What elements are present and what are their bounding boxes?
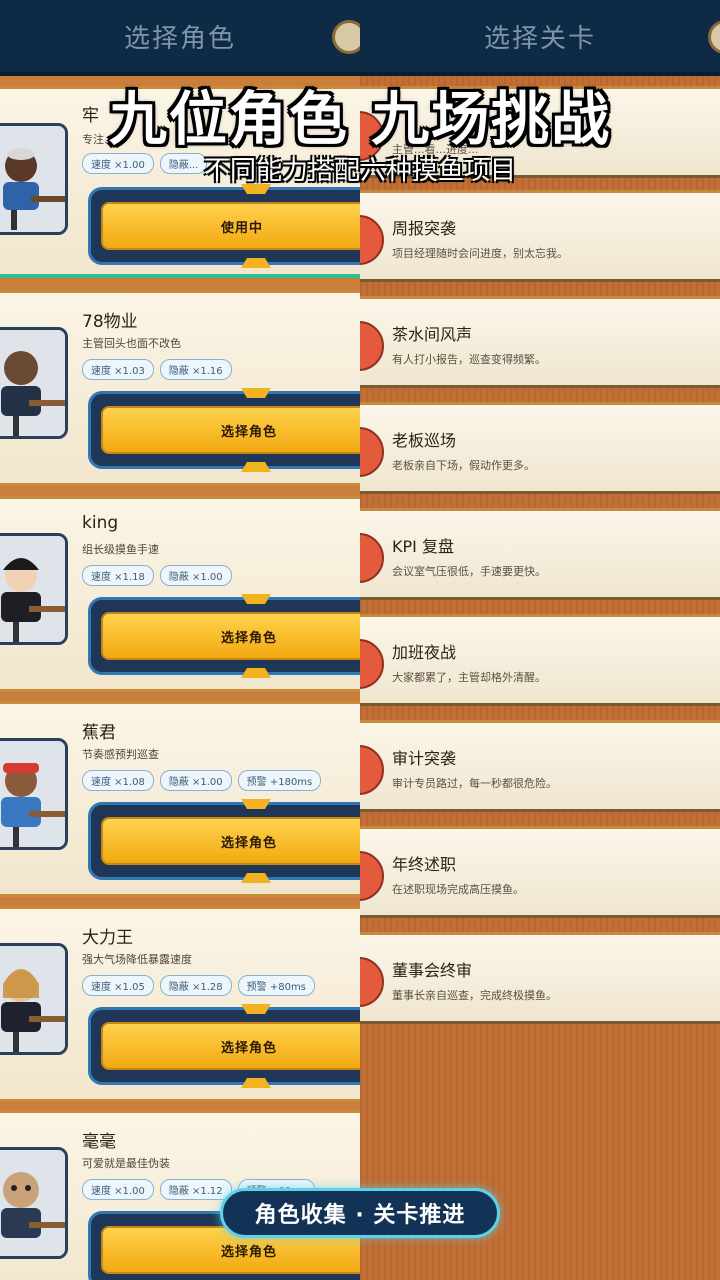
level-title: 周报突袭 [392, 219, 457, 238]
stat-tag: 预警 +180ms [237, 770, 322, 791]
select-character-button[interactable]: 选择角色 [88, 388, 360, 472]
character-name: 蕉君 [82, 723, 116, 743]
button-label: 使用中 [101, 202, 360, 250]
stat-tag: 速度 ×1.05 [82, 975, 154, 996]
coin-icon[interactable] [332, 20, 360, 54]
stat-tag: 隐蔽 ×1.28 [159, 975, 232, 996]
stat-tag: 速度 ×1.08 [82, 770, 154, 791]
level-title: KPI 复盘 [392, 537, 454, 556]
character-desc: 组长级摸鱼手速 [82, 543, 159, 556]
level-desc: 董事长亲自巡查，完成终极摸鱼。 [392, 989, 557, 1002]
character-card[interactable]: 蕉君 节奏感预判巡查 速度 ×1.08 隐蔽 ×1.00 预警 +180ms 选… [0, 701, 360, 897]
character-portrait [0, 943, 68, 1055]
stat-tag: 速度 ×1.18 [82, 565, 154, 586]
character-select-panel: 选择角色 牢 专注... 速度 ×1.00 隐蔽... 使用中 78物业 主管回… [0, 0, 360, 1280]
level-title: 年终述职 [392, 855, 457, 874]
level-marker-icon [360, 321, 384, 371]
level-marker-icon [360, 639, 384, 689]
level-marker-icon [360, 427, 384, 477]
stat-tag: 速度 ×1.00 [82, 1179, 154, 1200]
select-character-button[interactable]: 选择角色 [88, 594, 360, 678]
stat-tag: 隐蔽 ×1.12 [159, 1179, 232, 1200]
level-desc: 项目经理随时会问进度，别太忘我。 [392, 247, 568, 260]
level-desc: 审计专员路过，每一秒都很危险。 [392, 777, 557, 790]
level-marker-icon [360, 533, 384, 583]
promo-headline: 九位角色 九场挑战 [108, 85, 612, 153]
level-card[interactable]: 加班夜战 大家都累了，主管却格外清醒。 [360, 614, 720, 706]
level-marker-icon [360, 851, 384, 901]
level-desc: 在述职现场完成高压摸鱼。 [392, 883, 524, 896]
stat-tag: 隐蔽 ×1.00 [159, 770, 232, 791]
character-card[interactable]: 大力王 强大气场降低暴露速度 速度 ×1.05 隐蔽 ×1.28 预警 +80m… [0, 906, 360, 1102]
level-marker-icon [360, 957, 384, 1007]
level-title: 老板巡场 [392, 431, 457, 450]
character-desc: 强大气场降低暴露速度 [82, 953, 192, 966]
character-portrait [0, 738, 68, 850]
button-label: 选择角色 [101, 406, 360, 454]
character-portrait [0, 327, 68, 439]
coin-icon[interactable] [708, 20, 720, 54]
level-marker-icon [360, 215, 384, 265]
level-title: 董事会终审 [392, 961, 473, 980]
level-desc: 大家都累了，主管却格外清醒。 [392, 671, 546, 684]
character-header-title: 选择角色 [123, 23, 236, 54]
level-card[interactable]: 审计突袭 审计专员路过，每一秒都很危险。 [360, 720, 720, 812]
promo-pill: 角色收集 · 关卡推进 [220, 1188, 500, 1238]
character-card[interactable]: king 组长级摸鱼手速 速度 ×1.18 隐蔽 ×1.00 选择角色 [0, 496, 360, 692]
level-desc: 有人打小报告，巡查变得频繁。 [392, 353, 546, 366]
level-header-title: 选择关卡 [483, 23, 596, 54]
character-desc: 节奏感预判巡查 [82, 748, 159, 761]
character-desc: 可爱就是最佳伪装 [82, 1157, 170, 1170]
character-portrait [0, 533, 68, 645]
select-character-button[interactable]: 选择角色 [88, 799, 360, 883]
level-desc: 老板亲自下场，假动作更多。 [392, 459, 535, 472]
level-desc: 会议室气压很低，手速要更快。 [392, 565, 546, 578]
level-card[interactable]: 老板巡场 老板亲自下场，假动作更多。 [360, 402, 720, 494]
level-card[interactable]: 茶水间风声 有人打小报告，巡查变得频繁。 [360, 296, 720, 388]
promo-subline: 不同能力搭配六种摸鱼项目 [203, 156, 516, 186]
character-name: 78物业 [82, 312, 138, 332]
character-name: king [82, 513, 119, 533]
level-header: 选择关卡 [360, 0, 720, 76]
button-label: 选择角色 [101, 1022, 360, 1070]
stat-tag: 速度 ×1.03 [82, 359, 154, 380]
stat-tag: 隐蔽 ×1.16 [159, 359, 232, 380]
level-card[interactable]: 周报突袭 项目经理随时会问进度，别太忘我。 [360, 190, 720, 282]
level-title: 审计突袭 [392, 749, 457, 768]
level-select-panel: 选择关卡 主管...看...进度... 周报突袭 项目经理随时会问进度，别太忘我… [360, 0, 720, 1280]
select-character-button[interactable]: 选择角色 [88, 1004, 360, 1088]
stat-tag: 隐蔽 ×1.00 [159, 565, 232, 586]
button-label: 选择角色 [101, 612, 360, 660]
level-title: 茶水间风声 [392, 325, 473, 344]
level-card[interactable]: 董事会终审 董事长亲自巡查，完成终极摸鱼。 [360, 932, 720, 1024]
button-label: 选择角色 [101, 817, 360, 865]
level-card[interactable]: KPI 复盘 会议室气压很低，手速要更快。 [360, 508, 720, 600]
character-header: 选择角色 [0, 0, 360, 76]
level-title: 加班夜战 [392, 643, 457, 662]
character-card[interactable]: 78物业 主管回头也面不改色 速度 ×1.03 隐蔽 ×1.16 选择角色 [0, 290, 360, 486]
using-button[interactable]: 使用中 [88, 184, 360, 268]
character-desc: 主管回头也面不改色 [82, 337, 181, 350]
level-card[interactable]: 年终述职 在述职现场完成高压摸鱼。 [360, 826, 720, 918]
character-portrait [0, 1147, 68, 1259]
character-name: 大力王 [82, 928, 133, 948]
stat-tag: 预警 +80ms [237, 975, 315, 996]
level-marker-icon [360, 745, 384, 795]
character-name: 毫毫 [82, 1132, 116, 1152]
